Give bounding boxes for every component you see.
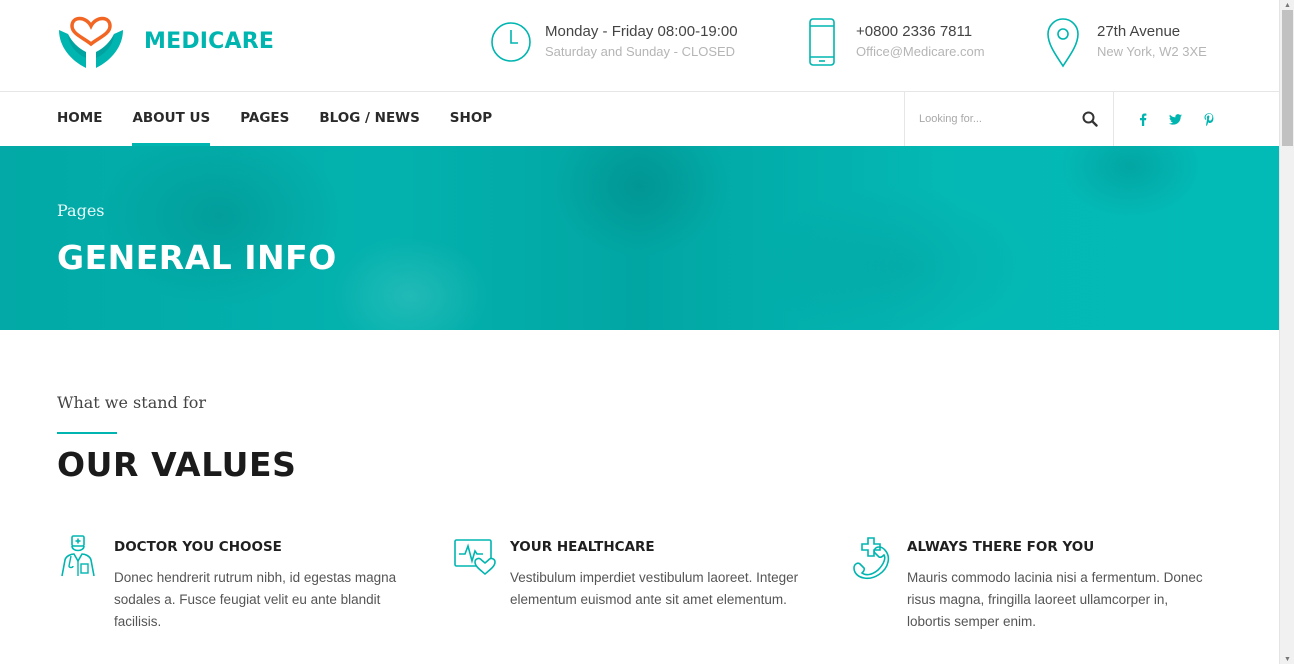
pinterest-link[interactable] bbox=[1192, 109, 1225, 129]
contact-phone: +0800 2336 7811 Office@Medicare.com bbox=[800, 16, 985, 68]
top-header: MEDICARE Monday - Friday 08:00-19:00 Sat… bbox=[0, 0, 1279, 92]
section-divider bbox=[57, 432, 117, 434]
nav-item-pages[interactable]: PAGES bbox=[240, 92, 289, 146]
twitter-link[interactable] bbox=[1159, 109, 1192, 129]
feature-title: DOCTOR YOU CHOOSE bbox=[114, 539, 282, 555]
page-hero-banner: Pages GENERAL INFO bbox=[0, 146, 1279, 330]
nav-item-blog-news[interactable]: BLOG / NEWS bbox=[319, 92, 419, 146]
feature-title: YOUR HEALTHCARE bbox=[510, 539, 655, 555]
feature-title: ALWAYS THERE FOR YOU bbox=[907, 539, 1095, 555]
scroll-up-arrow-icon[interactable]: ▲ bbox=[1280, 0, 1294, 10]
feature-description: Mauris commodo lacinia nisi a fermentum.… bbox=[907, 570, 1203, 629]
office-email[interactable]: Office@Medicare.com bbox=[856, 42, 985, 62]
address-street: 27th Avenue bbox=[1097, 23, 1181, 40]
page-title: GENERAL INFO bbox=[57, 238, 337, 277]
doctor-icon bbox=[61, 535, 95, 577]
facebook-link[interactable] bbox=[1126, 109, 1159, 129]
search-box bbox=[904, 92, 1114, 146]
medicare-logo-icon bbox=[59, 16, 123, 68]
nav-menu: HOME ABOUT US PAGES BLOG / NEWS SHOP bbox=[57, 92, 522, 146]
mobile-phone-icon bbox=[800, 16, 844, 68]
search-icon bbox=[1082, 111, 1098, 127]
feature-description: Donec hendrerit rutrum nibh, id egestas … bbox=[114, 570, 397, 629]
hours-weekdays: Monday - Friday 08:00-19:00 bbox=[545, 23, 738, 40]
section-eyebrow: What we stand for bbox=[57, 393, 207, 412]
brand-name: MEDICARE bbox=[144, 28, 275, 54]
address-city: New York, W2 3XE bbox=[1097, 44, 1207, 59]
facebook-icon bbox=[1139, 113, 1146, 126]
search-button[interactable] bbox=[1079, 108, 1101, 130]
logo[interactable]: MEDICARE bbox=[56, 12, 274, 70]
social-links bbox=[1126, 109, 1225, 129]
pinterest-icon bbox=[1204, 112, 1213, 126]
page-scrollbar[interactable]: ▲ ▼ bbox=[1279, 0, 1294, 664]
phone-number[interactable]: +0800 2336 7811 bbox=[856, 22, 985, 42]
search-input[interactable] bbox=[919, 109, 1069, 129]
emergency-call-icon bbox=[853, 537, 890, 580]
opening-hours: Monday - Friday 08:00-19:00 Saturday and… bbox=[489, 16, 738, 68]
twitter-icon bbox=[1169, 113, 1182, 125]
nav-item-shop[interactable]: SHOP bbox=[450, 92, 492, 146]
nav-item-about-us[interactable]: ABOUT US bbox=[132, 92, 210, 146]
main-navigation: HOME ABOUT US PAGES BLOG / NEWS SHOP bbox=[0, 92, 1279, 146]
heart-monitor-icon bbox=[454, 539, 496, 576]
section-title: OUR VALUES bbox=[57, 445, 297, 484]
hours-weekend: Saturday and Sunday - CLOSED bbox=[545, 44, 736, 59]
nav-item-home[interactable]: HOME bbox=[57, 92, 102, 146]
feature-description: Vestibulum imperdiet vestibulum laoreet.… bbox=[510, 570, 799, 607]
scroll-down-arrow-icon[interactable]: ▼ bbox=[1280, 654, 1294, 664]
scrollbar-thumb[interactable] bbox=[1282, 10, 1293, 146]
clock-icon bbox=[489, 16, 533, 68]
breadcrumb[interactable]: Pages bbox=[57, 201, 105, 220]
map-pin-icon bbox=[1041, 16, 1085, 68]
address: 27th Avenue New York, W2 3XE bbox=[1041, 16, 1207, 68]
